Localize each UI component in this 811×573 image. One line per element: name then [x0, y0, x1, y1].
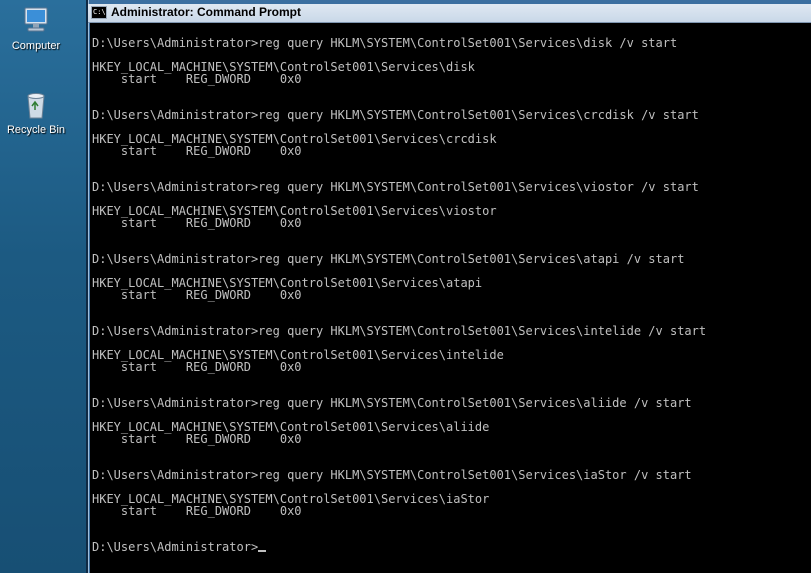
console-line: start REG_DWORD 0x0 [92, 288, 302, 302]
desktop-icon-label: Computer [11, 40, 61, 52]
console-line: D:\Users\Administrator>reg query HKLM\SY… [92, 108, 699, 122]
computer-icon [24, 7, 48, 32]
console-line: D:\Users\Administrator>reg query HKLM\SY… [92, 324, 707, 338]
desktop-icon-label: Recycle Bin [6, 124, 66, 136]
console-line: D:\Users\Administrator>reg query HKLM\SY… [92, 396, 692, 410]
console-prompt: D:\Users\Administrator> [92, 541, 811, 553]
console-line: D:\Users\Administrator>reg query HKLM\SY… [92, 36, 678, 50]
title-bar[interactable]: C:\ Administrator: Command Prompt [88, 4, 811, 23]
recycle-bin-icon [27, 93, 45, 119]
window-title: Administrator: Command Prompt [111, 5, 302, 19]
console-line: start REG_DWORD 0x0 [92, 216, 302, 230]
desktop: Computer Recycle Bin [0, 0, 86, 573]
console-line: start REG_DWORD 0x0 [92, 144, 302, 158]
text-cursor [258, 550, 267, 552]
desktop-icon-recycle-bin[interactable]: Recycle Bin [0, 88, 72, 136]
console-line: D:\Users\Administrator>reg query HKLM\SY… [92, 468, 692, 482]
console-line: start REG_DWORD 0x0 [92, 72, 302, 86]
command-prompt-window[interactable]: C:\ Administrator: Command Prompt D:\Use… [86, 0, 811, 573]
prompt-text: D:\Users\Administrator> [92, 540, 259, 554]
desktop-icon-computer[interactable]: Computer [0, 4, 72, 52]
console-line: D:\Users\Administrator>reg query HKLM\SY… [92, 180, 699, 194]
console-line: D:\Users\Administrator>reg query HKLM\SY… [92, 252, 685, 266]
console-line: start REG_DWORD 0x0 [92, 360, 302, 374]
console-output[interactable]: D:\Users\Administrator>reg query HKLM\SY… [90, 23, 811, 573]
console-line: start REG_DWORD 0x0 [92, 504, 302, 518]
console-line: start REG_DWORD 0x0 [92, 432, 302, 446]
command-prompt-icon: C:\ [91, 6, 107, 19]
